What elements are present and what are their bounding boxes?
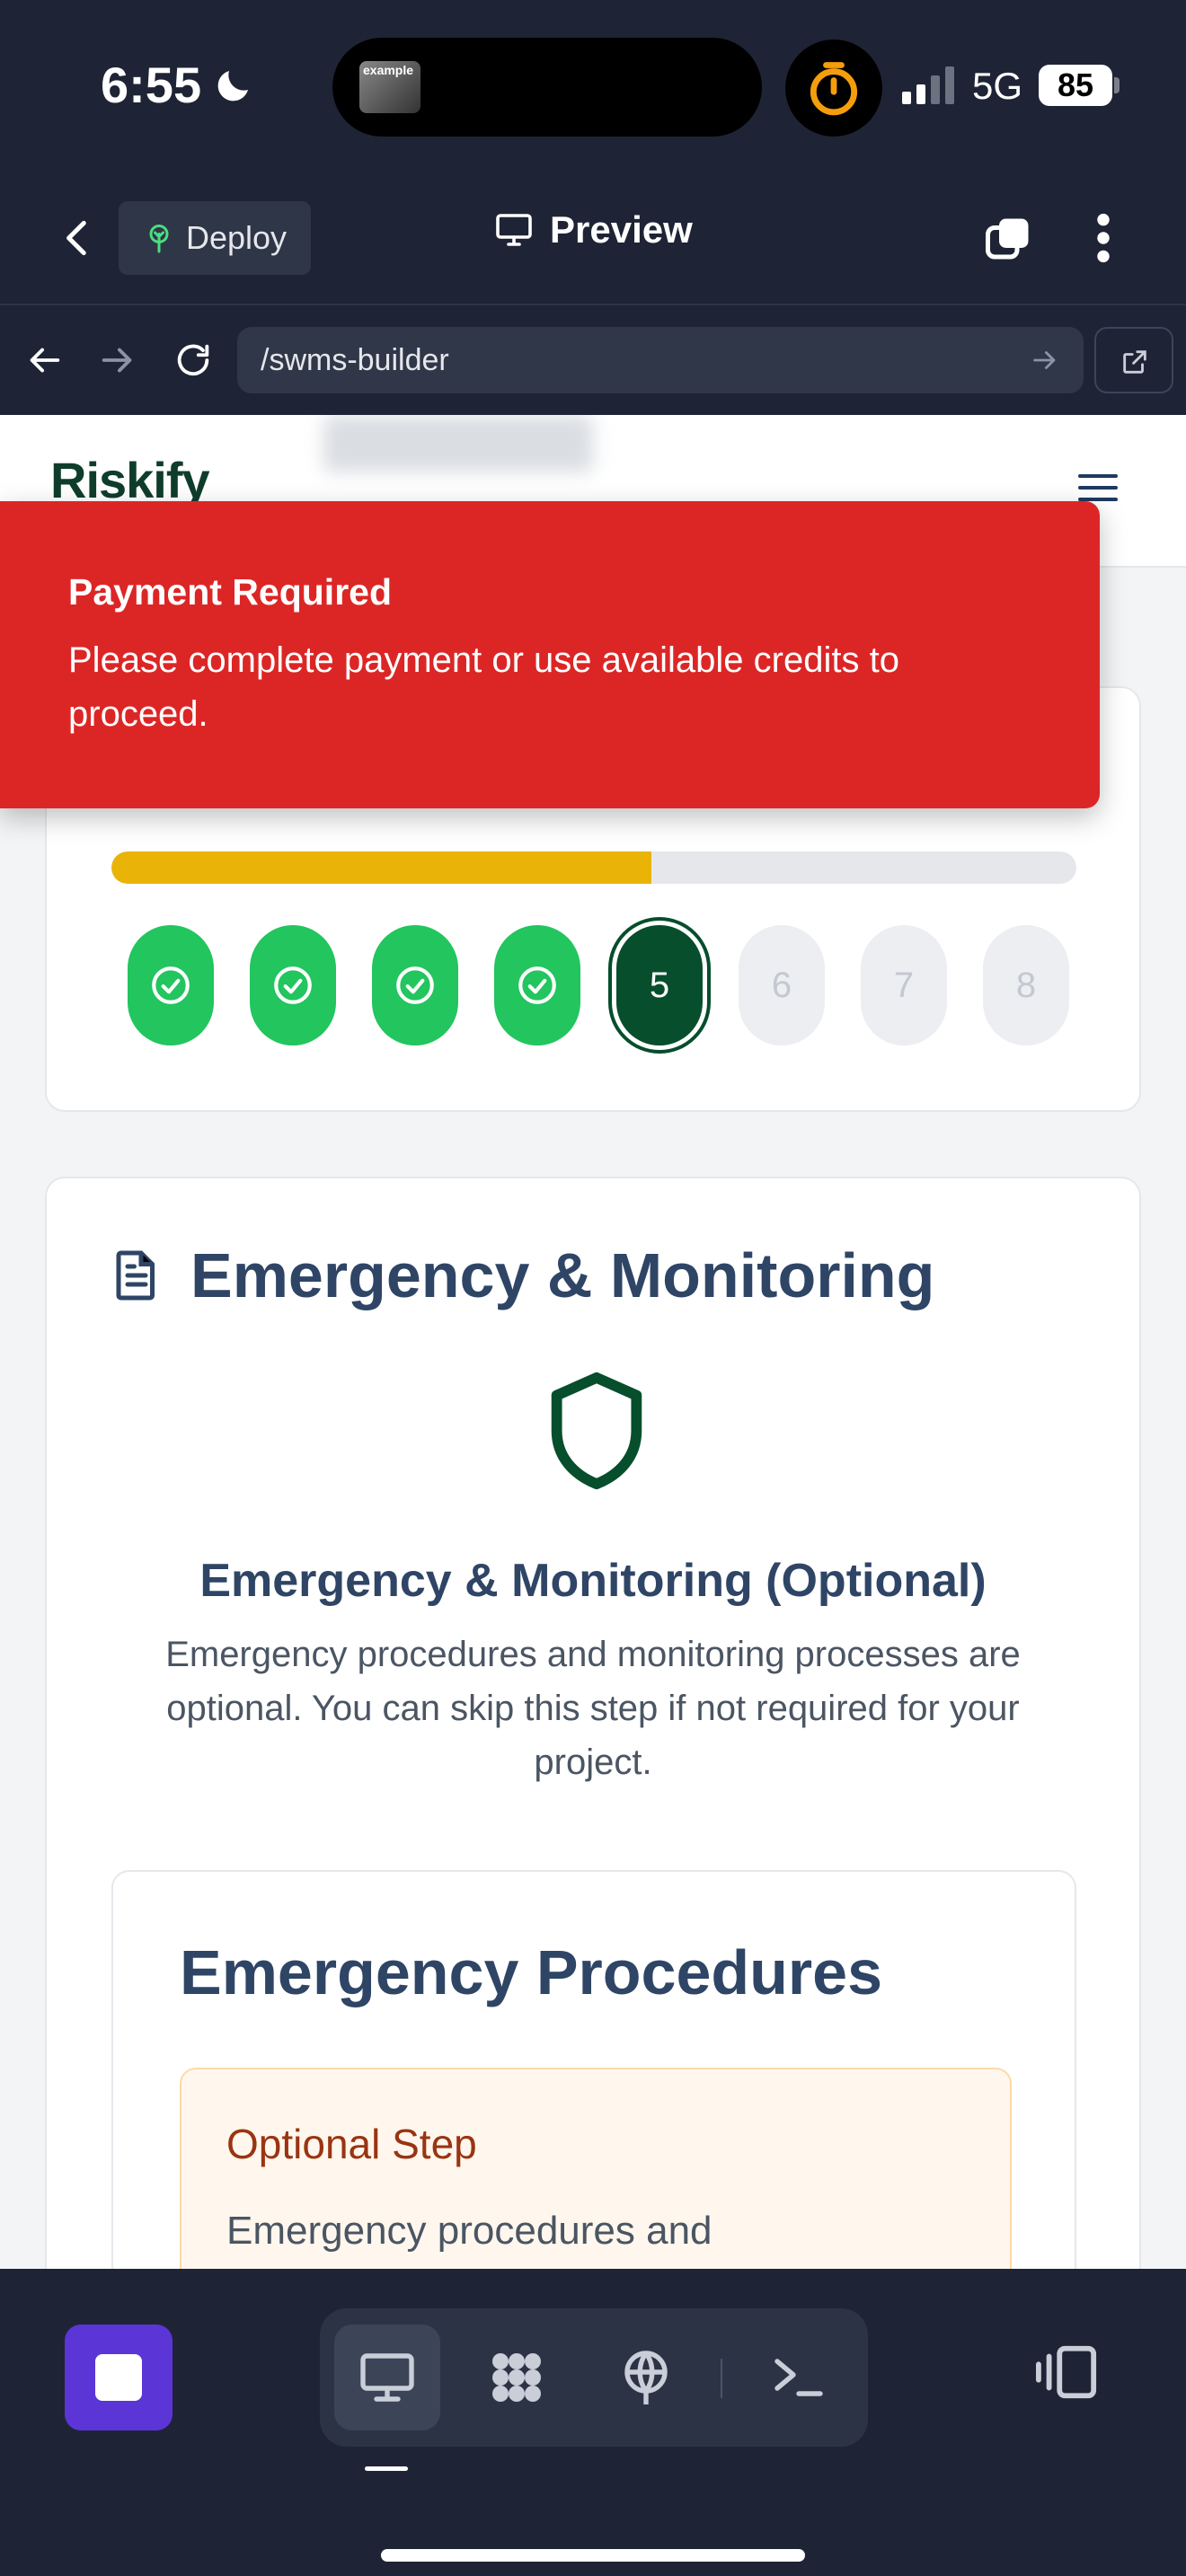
step-number: 6	[771, 965, 792, 1005]
stop-button[interactable]	[65, 2325, 173, 2430]
step-card: Emergency & Monitoring Emergency & Monit…	[45, 1177, 1141, 2269]
step-number: 8	[1015, 965, 1037, 1005]
emergency-procedures-card: Emergency Procedures Optional Step Emerg…	[111, 1870, 1076, 2269]
desktop-view-button[interactable]	[334, 2325, 440, 2430]
arrow-right-icon[interactable]	[97, 340, 138, 381]
step-6[interactable]: 6	[739, 925, 825, 1045]
moon-icon	[217, 70, 249, 101]
clock: 6:55	[101, 56, 255, 114]
url-input[interactable]: /swms-builder	[237, 327, 1084, 393]
more-vertical-icon[interactable]	[1085, 207, 1121, 269]
network-type: 5G	[972, 65, 1023, 107]
deploy-tree-icon	[149, 225, 169, 253]
arrow-go-icon[interactable]	[1030, 345, 1060, 375]
panel-icon[interactable]	[1033, 2341, 1102, 2404]
optional-step-notice: Optional Step Emergency procedures and	[180, 2068, 1012, 2269]
monitor-icon	[496, 214, 532, 246]
home-indicator[interactable]	[381, 2549, 805, 2562]
check-icon	[152, 966, 190, 1004]
dynamic-island[interactable]: example	[332, 38, 762, 137]
clock-time: 6:55	[101, 57, 202, 113]
signal-icon	[902, 65, 954, 104]
document-icon	[116, 1250, 155, 1301]
step-2[interactable]	[250, 925, 336, 1045]
check-icon	[518, 966, 556, 1004]
arrow-left-icon[interactable]	[23, 340, 65, 381]
step-1[interactable]	[128, 925, 214, 1045]
browser-bar: /swms-builder	[0, 305, 1186, 415]
step-indicator: 5 6 7 8	[128, 925, 1069, 1045]
view-switcher	[320, 2308, 868, 2447]
battery-tip	[1114, 77, 1120, 93]
step-7[interactable]: 7	[861, 925, 947, 1045]
step-8[interactable]: 8	[983, 925, 1069, 1045]
app-toolbar: Deploy Preview	[0, 171, 1186, 305]
toast-message: Please complete payment or use available…	[68, 640, 899, 734]
toast-title: Payment Required	[68, 571, 392, 613]
payment-toast[interactable]: Payment Required Please complete payment…	[0, 501, 1100, 808]
check-icon	[274, 966, 312, 1004]
apps-view-button[interactable]	[464, 2325, 570, 2430]
battery-level: 85	[1039, 65, 1112, 106]
island-thumbnail: example	[359, 61, 420, 113]
optional-step-text: Emergency procedures and	[226, 2209, 712, 2253]
back-chevron-icon[interactable]	[56, 216, 101, 260]
check-icon	[396, 966, 434, 1004]
globe-icon	[624, 2351, 668, 2404]
shield-icon	[551, 1372, 642, 1490]
external-link-icon	[1123, 350, 1146, 374]
island-thumb-text: example	[363, 63, 414, 77]
step-5[interactable]: 5	[616, 925, 703, 1045]
deploy-view-button[interactable]	[593, 2325, 699, 2430]
timer-indicator[interactable]	[785, 40, 882, 137]
blurred-heading	[323, 415, 593, 472]
step-description: Emergency procedures and monitoring proc…	[165, 1635, 1021, 1782]
desktop-icon	[360, 2353, 414, 2402]
step-number: 5	[649, 965, 670, 1005]
section-title: Emergency & Monitoring	[190, 1240, 935, 1310]
status-bar: 6:55 example 5G 85	[0, 0, 1186, 171]
tabs-icon[interactable]	[981, 212, 1035, 266]
apps-icon	[492, 2353, 541, 2402]
step-number: 7	[893, 965, 915, 1005]
timer-icon	[810, 62, 858, 116]
terminal-view-button[interactable]	[746, 2325, 852, 2430]
terminal-icon	[774, 2359, 823, 2396]
progress-bar	[111, 851, 1076, 884]
active-view-underline	[365, 2466, 408, 2471]
step-3[interactable]	[372, 925, 458, 1045]
progress-fill	[111, 851, 652, 884]
web-preview: Riskify 5678 Payment Required Please com…	[0, 415, 1186, 2269]
open-external-button[interactable]	[1094, 327, 1173, 393]
reload-icon[interactable]	[173, 340, 214, 381]
stop-icon	[95, 2354, 142, 2401]
bottom-dock	[0, 2269, 1186, 2576]
emergency-procedures-title: Emergency Procedures	[180, 1937, 883, 2007]
switcher-divider	[721, 2359, 722, 2398]
deploy-label: Deploy	[185, 219, 288, 256]
preview-tab[interactable]: Preview	[492, 208, 693, 251]
hamburger-icon[interactable]	[1078, 474, 1118, 505]
step-4[interactable]	[494, 925, 580, 1045]
deploy-button[interactable]: Deploy	[119, 201, 311, 275]
section-header: Emergency & Monitoring	[113, 1239, 934, 1311]
preview-label: Preview	[550, 208, 693, 251]
step-subtitle: Emergency & Monitoring (Optional)	[199, 1555, 987, 1607]
optional-step-title: Optional Step	[226, 2121, 477, 2167]
